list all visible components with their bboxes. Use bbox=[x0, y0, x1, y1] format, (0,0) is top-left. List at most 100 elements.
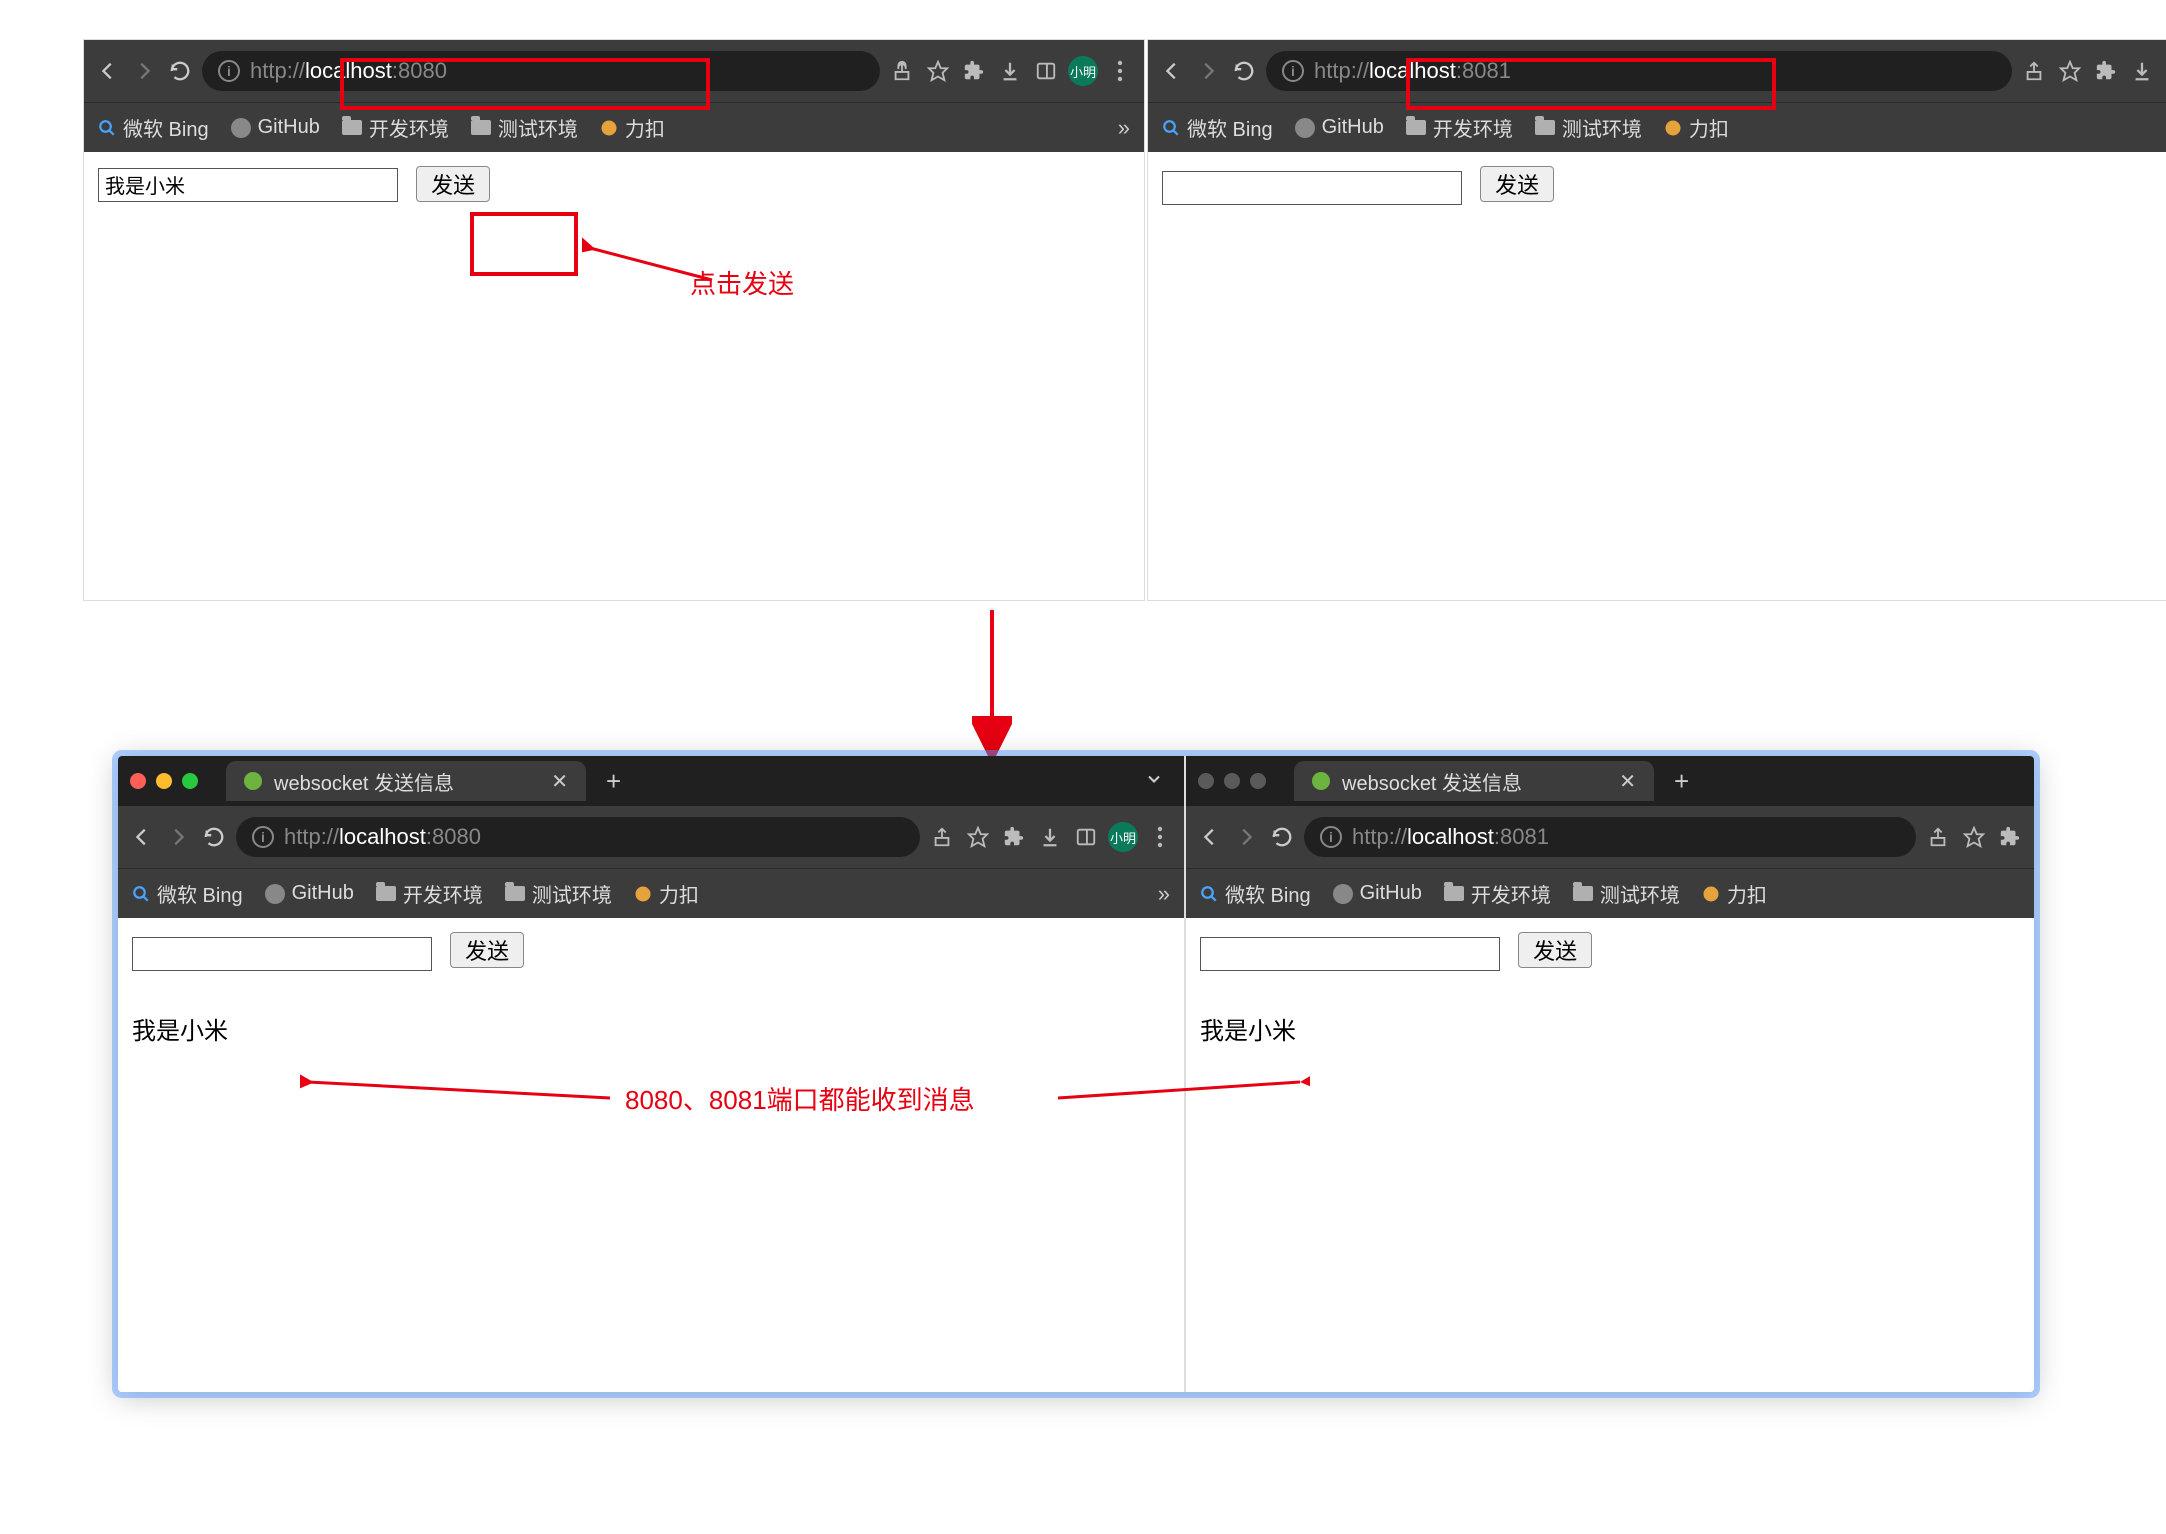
tab-menu-icon[interactable] bbox=[1136, 769, 1172, 794]
bottom-row-highlight: websocket 发送信息 ✕ + i http://localhost:80… bbox=[118, 756, 2034, 1392]
bookmark-github[interactable]: GitHub bbox=[231, 116, 320, 139]
share-icon[interactable] bbox=[1924, 826, 1952, 848]
folder-icon bbox=[471, 120, 491, 135]
browser-toolbar: i http://localhost:8081 bbox=[1186, 806, 2034, 868]
address-bar[interactable]: i http://localhost:8081 bbox=[1304, 817, 1916, 857]
bookmark-bing[interactable]: 微软 Bing bbox=[132, 879, 243, 908]
bookmark-likou[interactable]: 力扣 bbox=[634, 879, 699, 908]
forward-button[interactable] bbox=[1232, 823, 1260, 851]
bookmark-bing[interactable]: 微软 Bing bbox=[98, 113, 209, 142]
share-icon[interactable] bbox=[888, 60, 916, 82]
profile-avatar[interactable]: 小明 bbox=[1108, 822, 1138, 852]
bookmark-devenv[interactable]: 开发环境 bbox=[376, 879, 483, 908]
star-icon[interactable] bbox=[1960, 826, 1988, 848]
page-content: 发送 我是小米 bbox=[118, 918, 1184, 1060]
bookmark-devenv[interactable]: 开发环境 bbox=[1444, 879, 1551, 908]
close-tab-icon[interactable]: ✕ bbox=[551, 769, 568, 794]
back-button[interactable] bbox=[1196, 823, 1224, 851]
reload-button[interactable] bbox=[1268, 823, 1296, 851]
profile-avatar[interactable]: 小明 bbox=[1068, 56, 1098, 86]
panel-icon[interactable] bbox=[1032, 60, 1060, 82]
bookmark-likou[interactable]: 力扣 bbox=[1702, 879, 1767, 908]
bookmarks-overflow[interactable]: » bbox=[1118, 115, 1130, 141]
bookmark-likou[interactable]: 力扣 bbox=[600, 113, 665, 142]
address-bar[interactable]: i http://localhost:8081 bbox=[1266, 51, 2012, 91]
url-text: http://localhost:8081 bbox=[1314, 58, 1511, 84]
bookmark-github[interactable]: GitHub bbox=[1295, 116, 1384, 139]
download-icon[interactable] bbox=[2128, 60, 2156, 82]
send-button[interactable]: 发送 bbox=[1518, 932, 1592, 968]
close-window-icon[interactable] bbox=[130, 773, 146, 789]
forward-button[interactable] bbox=[164, 823, 192, 851]
window-controls[interactable] bbox=[1198, 773, 1266, 789]
message-input[interactable] bbox=[1162, 171, 1462, 205]
back-button[interactable] bbox=[128, 823, 156, 851]
spring-favicon bbox=[1312, 772, 1330, 790]
github-icon bbox=[1295, 118, 1315, 138]
panel-icon[interactable] bbox=[1072, 826, 1100, 848]
extensions-icon[interactable] bbox=[960, 60, 988, 82]
menu-icon[interactable] bbox=[1146, 826, 1174, 848]
download-icon[interactable] bbox=[996, 60, 1024, 82]
bookmark-testenv[interactable]: 测试环境 bbox=[1573, 879, 1680, 908]
bookmark-bing[interactable]: 微软 Bing bbox=[1162, 113, 1273, 142]
menu-icon[interactable] bbox=[1106, 60, 1134, 82]
reload-button[interactable] bbox=[166, 57, 194, 85]
send-button[interactable]: 发送 bbox=[416, 166, 490, 202]
back-button[interactable] bbox=[1158, 57, 1186, 85]
folder-icon bbox=[505, 886, 525, 901]
minimize-window-icon[interactable] bbox=[1224, 773, 1240, 789]
browser-tab[interactable]: websocket 发送信息 ✕ bbox=[1294, 761, 1654, 801]
window-controls[interactable] bbox=[130, 773, 198, 789]
star-icon[interactable] bbox=[924, 60, 952, 82]
bookmark-github[interactable]: GitHub bbox=[265, 882, 354, 905]
browser-toolbar: i http://localhost:8081 bbox=[1148, 40, 2166, 102]
address-bar[interactable]: i http://localhost:8080 bbox=[202, 51, 880, 91]
message-input[interactable] bbox=[1200, 937, 1500, 971]
message-input[interactable] bbox=[98, 168, 398, 202]
folder-icon bbox=[1573, 886, 1593, 901]
maximize-window-icon[interactable] bbox=[182, 773, 198, 789]
extensions-icon[interactable] bbox=[2092, 60, 2120, 82]
folder-icon bbox=[1444, 886, 1464, 901]
reload-button[interactable] bbox=[1230, 57, 1258, 85]
bookmark-testenv[interactable]: 测试环境 bbox=[1535, 113, 1642, 142]
forward-button[interactable] bbox=[130, 57, 158, 85]
folder-icon bbox=[376, 886, 396, 901]
close-window-icon[interactable] bbox=[1198, 773, 1214, 789]
bookmark-bing[interactable]: 微软 Bing bbox=[1200, 879, 1311, 908]
send-button[interactable]: 发送 bbox=[450, 932, 524, 968]
close-tab-icon[interactable]: ✕ bbox=[1619, 769, 1636, 794]
send-button[interactable]: 发送 bbox=[1480, 166, 1554, 202]
extensions-icon[interactable] bbox=[1000, 826, 1028, 848]
new-tab-button[interactable]: + bbox=[1664, 766, 1699, 797]
address-bar[interactable]: i http://localhost:8080 bbox=[236, 817, 920, 857]
message-input[interactable] bbox=[132, 937, 432, 971]
download-icon[interactable] bbox=[1036, 826, 1064, 848]
github-icon bbox=[265, 884, 285, 904]
bookmark-github[interactable]: GitHub bbox=[1333, 882, 1422, 905]
extensions-icon[interactable] bbox=[1996, 826, 2024, 848]
back-button[interactable] bbox=[94, 57, 122, 85]
info-icon: i bbox=[252, 826, 274, 848]
share-icon[interactable] bbox=[928, 826, 956, 848]
star-icon[interactable] bbox=[2056, 60, 2084, 82]
minimize-window-icon[interactable] bbox=[156, 773, 172, 789]
folder-icon bbox=[1535, 120, 1555, 135]
bookmarks-overflow[interactable]: » bbox=[1158, 881, 1170, 907]
maximize-window-icon[interactable] bbox=[1250, 773, 1266, 789]
bookmark-devenv[interactable]: 开发环境 bbox=[342, 113, 449, 142]
forward-button[interactable] bbox=[1194, 57, 1222, 85]
bookmark-testenv[interactable]: 测试环境 bbox=[505, 879, 612, 908]
bookmark-likou[interactable]: 力扣 bbox=[1664, 113, 1729, 142]
new-tab-button[interactable]: + bbox=[596, 766, 631, 797]
share-icon[interactable] bbox=[2020, 60, 2048, 82]
reload-button[interactable] bbox=[200, 823, 228, 851]
bookmark-devenv[interactable]: 开发环境 bbox=[1406, 113, 1513, 142]
info-icon: i bbox=[1282, 60, 1304, 82]
star-icon[interactable] bbox=[964, 826, 992, 848]
page-content: 发送 我是小米 bbox=[1186, 918, 2034, 1060]
bookmark-testenv[interactable]: 测试环境 bbox=[471, 113, 578, 142]
bookmarks-bar: 微软 Bing GitHub 开发环境 测试环境 力扣 bbox=[1148, 102, 2166, 152]
browser-tab[interactable]: websocket 发送信息 ✕ bbox=[226, 761, 586, 801]
